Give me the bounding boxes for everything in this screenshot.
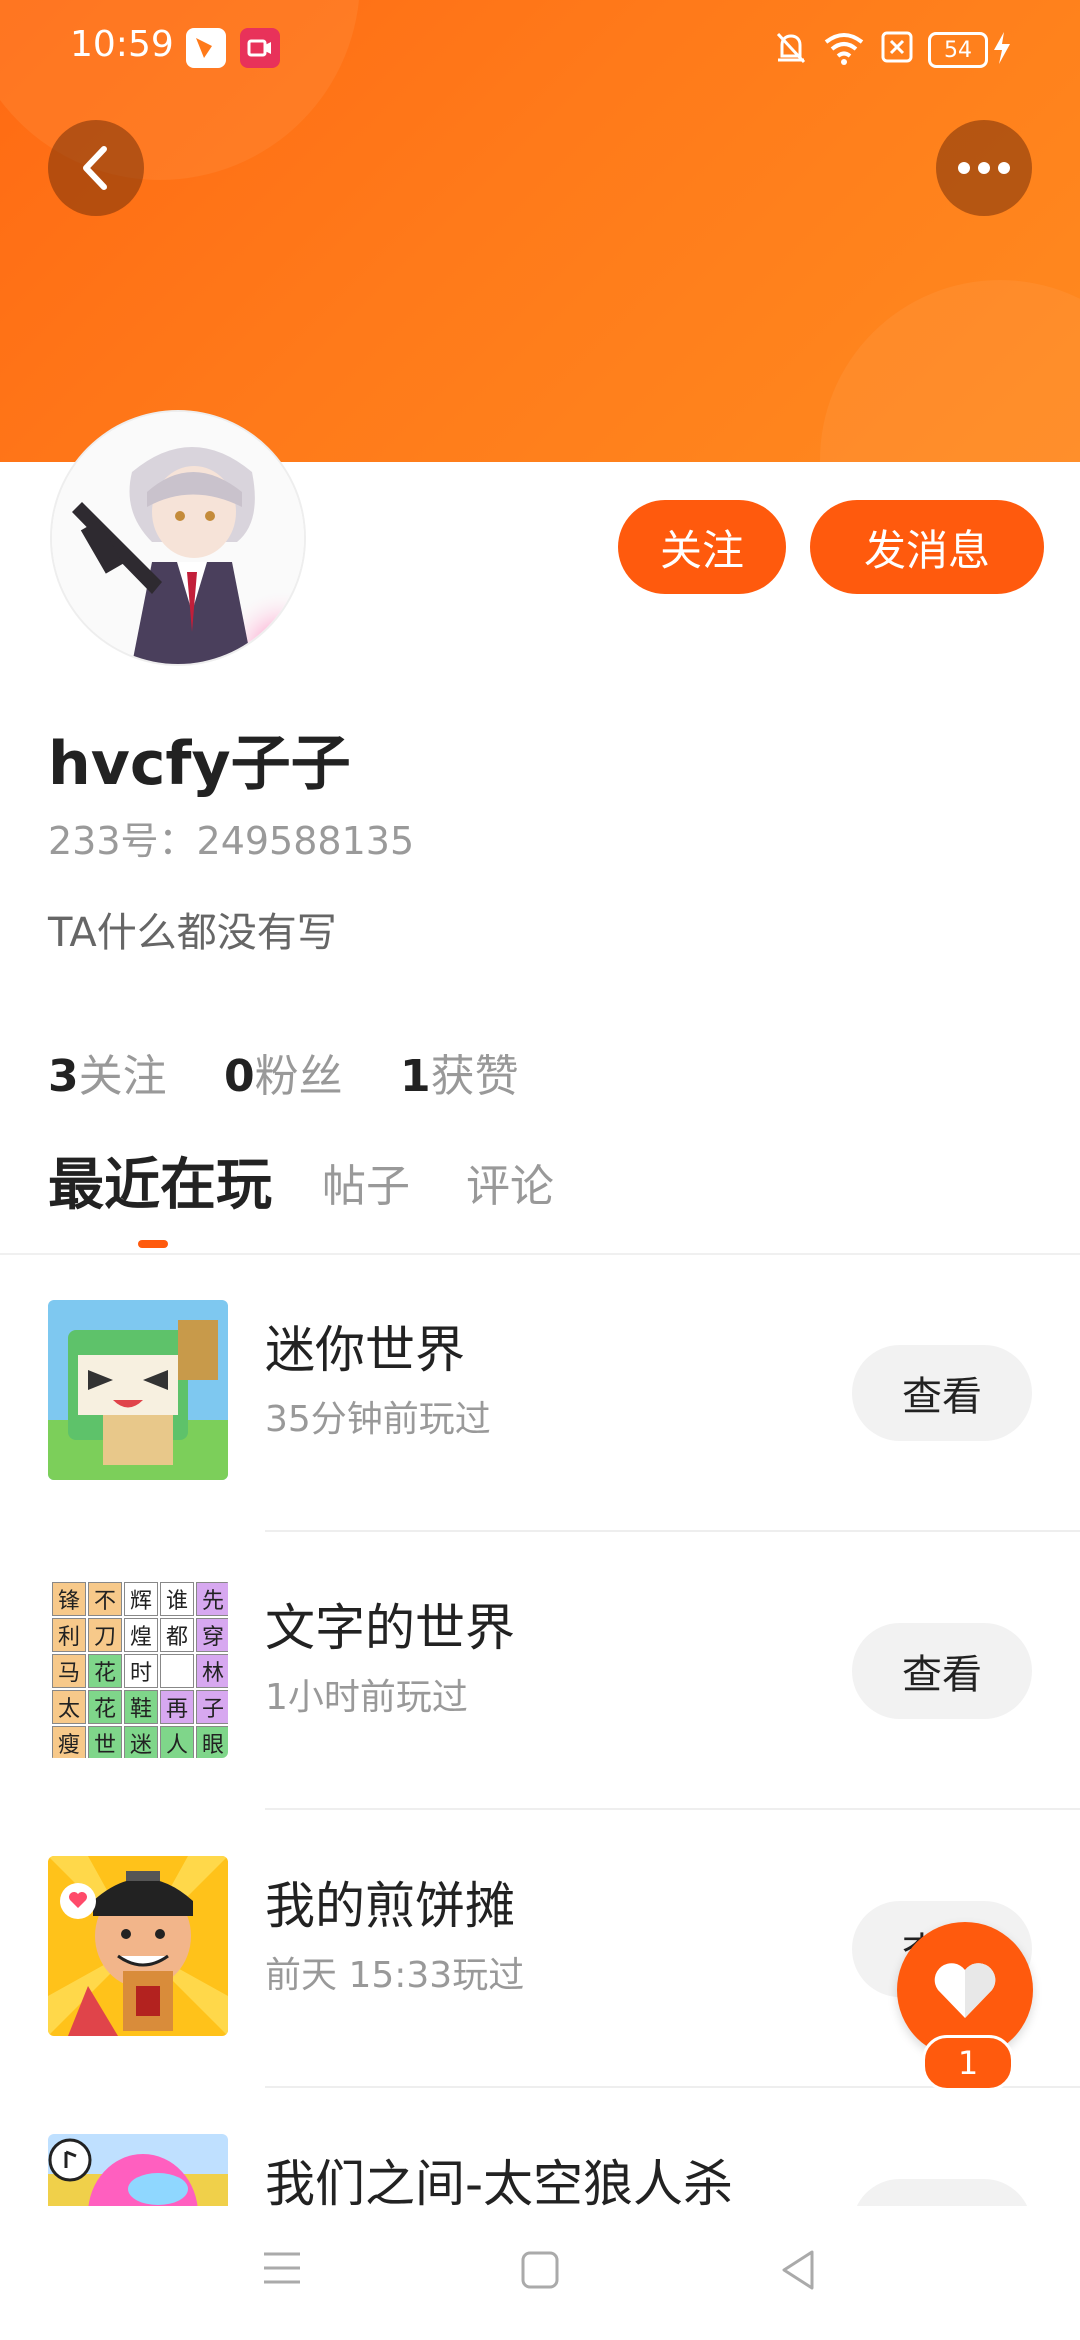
stat-likes-count: 1	[400, 1051, 431, 1102]
tab-posts[interactable]: 帖子	[322, 1150, 410, 1214]
tab-indicator	[138, 1240, 168, 1248]
game-thumbnail	[48, 2134, 228, 2206]
back-nav-icon[interactable]	[778, 2248, 818, 2292]
word-grid-cell: 都	[160, 1618, 194, 1652]
game-title: 我们之间-太空狼人杀	[265, 2155, 734, 2206]
stat-following-count: 3	[48, 1051, 79, 1102]
game-thumbnail: 锋不辉谁先利刀煌都穿马花时 林太花鞋再子瘦世迷人眼	[48, 1578, 228, 1758]
profile-id: 233号：249588135	[48, 810, 414, 865]
stat-following-label: 关注	[78, 1051, 167, 1102]
status-bar: 10:59 54	[0, 0, 1080, 96]
word-grid-cell: 子	[196, 1690, 228, 1724]
stat-fans-count: 0	[224, 1051, 255, 1102]
stat-likes[interactable]: 1获赞	[400, 1040, 519, 1104]
follow-button[interactable]: 关注	[618, 500, 786, 594]
wifi-icon	[822, 30, 866, 70]
profile-id-label: 233号：	[48, 819, 197, 863]
more-button[interactable]	[936, 120, 1032, 216]
profile-name: hvcfy子子	[48, 729, 351, 799]
profile-bio: TA什么都没有写	[48, 910, 337, 956]
word-grid-cell: 瘦	[52, 1726, 86, 1758]
word-grid-cell: 时	[124, 1654, 158, 1688]
word-grid-cell: 辉	[124, 1582, 158, 1616]
like-count-badge: 1	[922, 2035, 1014, 2091]
word-grid-cell: 眼	[196, 1726, 228, 1758]
tab-comments[interactable]: 评论	[466, 1150, 554, 1214]
heart-icon	[934, 1963, 996, 2018]
word-grid-cell: 煌	[124, 1618, 158, 1652]
home-icon[interactable]	[520, 2250, 560, 2290]
charging-icon	[990, 30, 1014, 70]
status-time: 10:59	[70, 24, 174, 65]
row-divider	[265, 1530, 1080, 1532]
word-grid-cell: 再	[160, 1690, 194, 1724]
word-grid-cell: 人	[160, 1726, 194, 1758]
game-row[interactable]: 我们之间-太空狼人杀 查看	[0, 2094, 1080, 2206]
word-grid-cell: 利	[52, 1618, 86, 1652]
word-grid-cell: 先	[196, 1582, 228, 1616]
video-app-icon	[240, 28, 280, 68]
word-grid-cell: 穿	[196, 1618, 228, 1652]
game-thumbnail	[48, 1856, 228, 2036]
word-grid-cell: 谁	[160, 1582, 194, 1616]
word-grid-cell: 马	[52, 1654, 86, 1688]
menu-icon[interactable]	[262, 2250, 302, 2286]
avatar[interactable]	[52, 412, 304, 664]
word-grid-cell: 林	[196, 1654, 228, 1688]
word-grid-cell	[160, 1654, 194, 1688]
word-grid-cell: 锋	[52, 1582, 86, 1616]
tab-recent-play[interactable]: 最近在玩	[48, 1140, 272, 1221]
game-row[interactable]: 锋不辉谁先利刀煌都穿马花时 林太花鞋再子瘦世迷人眼 文字的世界 1小时前玩过 查看	[0, 1538, 1080, 1818]
word-grid-cell: 刀	[88, 1618, 122, 1652]
word-grid-cell: 鞋	[124, 1690, 158, 1724]
feishu-icon	[186, 28, 226, 68]
game-thumbnail	[48, 1300, 228, 1480]
view-button[interactable]: 查看	[852, 1345, 1032, 1441]
bell-muted-icon	[774, 30, 808, 70]
game-row[interactable]: 迷你世界 35分钟前玩过 查看	[0, 1260, 1080, 1540]
game-title: 迷你世界	[265, 1321, 465, 1379]
stat-likes-label: 获赞	[430, 1051, 519, 1102]
profile-id-value: 249588135	[196, 819, 415, 863]
view-button[interactable]: 查看	[852, 1623, 1032, 1719]
anime-avatar-image	[52, 412, 304, 664]
word-grid-cell: 迷	[124, 1726, 158, 1758]
sim-x-icon	[880, 30, 914, 68]
game-title: 我的煎饼摊	[265, 1877, 515, 1935]
word-grid-cell: 花	[88, 1690, 122, 1724]
system-nav-bar	[0, 2206, 1080, 2340]
tab-divider	[0, 1253, 1080, 1255]
battery-icon: 54	[928, 32, 988, 68]
row-divider	[265, 1808, 1080, 1810]
game-last-played: 前天 15:33玩过	[265, 1955, 525, 1996]
game-last-played: 35分钟前玩过	[265, 1399, 491, 1440]
view-button[interactable]: 查看	[852, 2179, 1032, 2206]
battery-level: 54	[944, 37, 972, 63]
stat-fans-label: 粉丝	[254, 1051, 343, 1102]
chevron-left-icon	[83, 146, 107, 190]
word-grid-cell: 太	[52, 1690, 86, 1724]
word-grid-cell: 花	[88, 1654, 122, 1688]
message-button[interactable]: 发消息	[810, 500, 1044, 594]
word-grid-cell: 世	[88, 1726, 122, 1758]
game-title: 文字的世界	[265, 1599, 515, 1657]
game-last-played: 1小时前玩过	[265, 1677, 468, 1718]
stat-following[interactable]: 3关注	[48, 1040, 167, 1104]
word-grid-cell: 不	[88, 1582, 122, 1616]
more-dots-icon	[958, 162, 1010, 174]
back-button[interactable]	[48, 120, 144, 216]
stat-fans[interactable]: 0粉丝	[224, 1040, 343, 1104]
